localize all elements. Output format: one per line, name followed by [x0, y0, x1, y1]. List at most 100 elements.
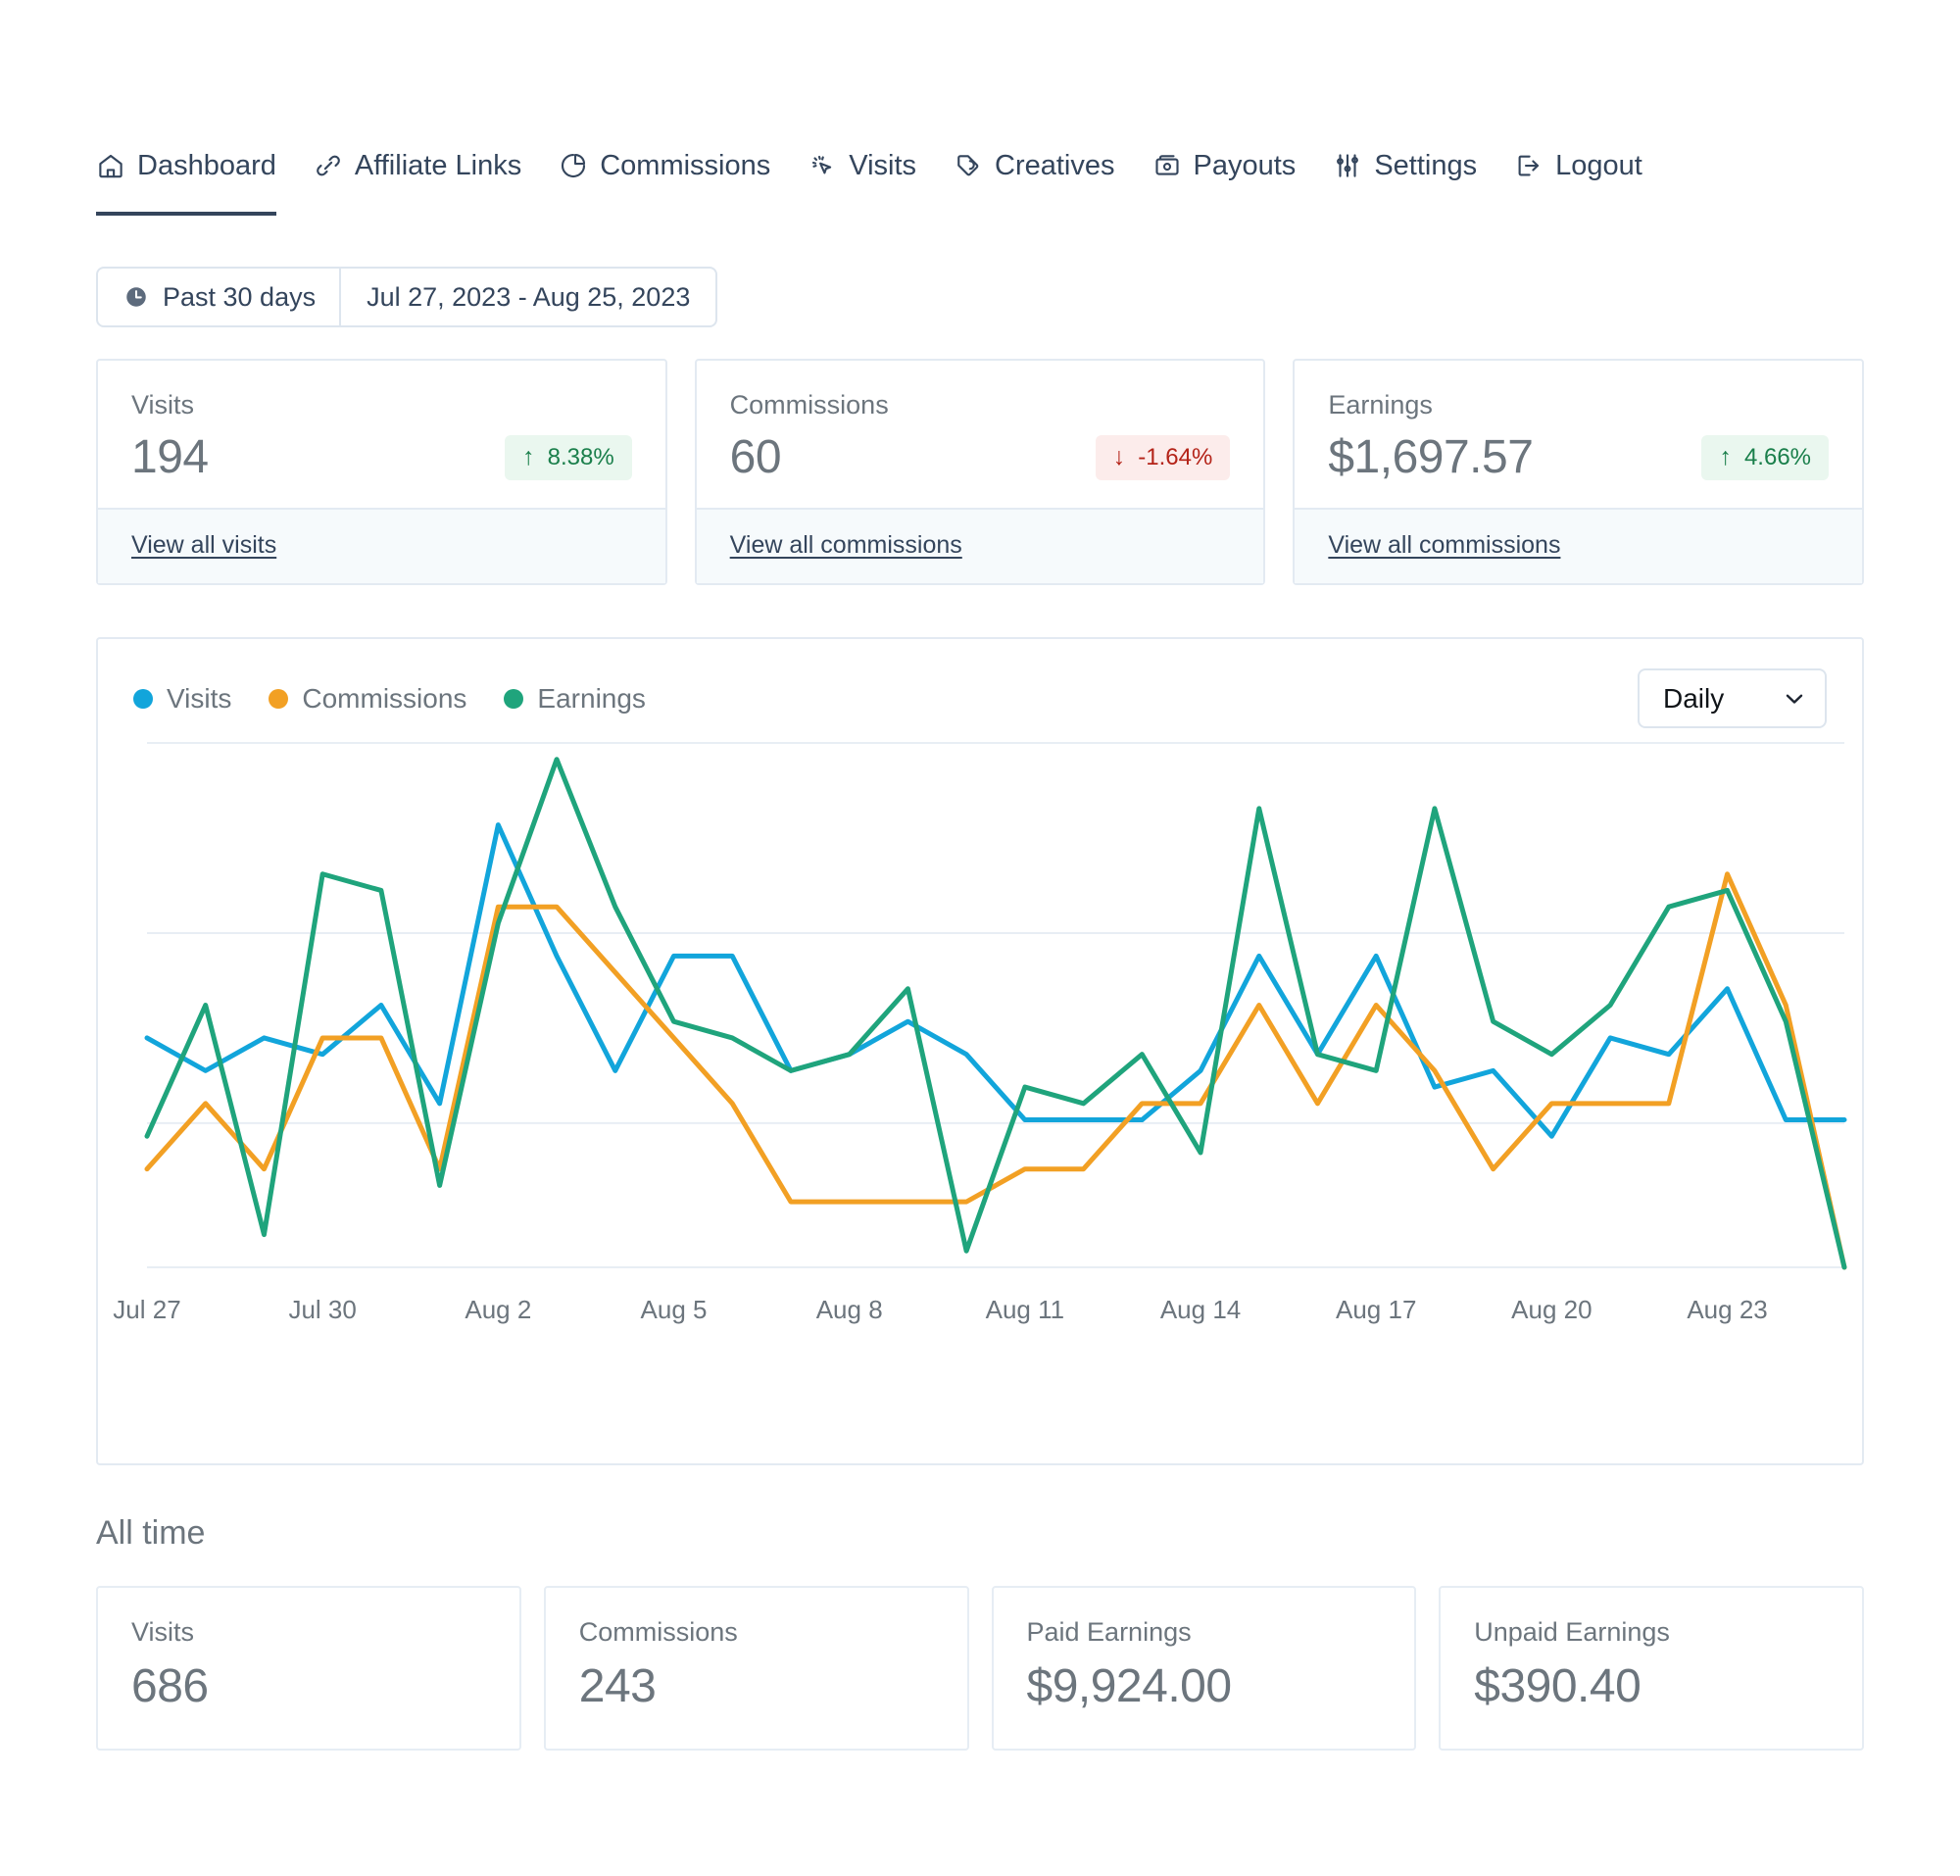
all-time-heading: All time	[96, 1514, 206, 1552]
x-axis-tick-label: Jul 27	[113, 1295, 180, 1324]
logout-icon	[1514, 151, 1544, 180]
legend-item-commissions[interactable]: Commissions	[269, 683, 466, 715]
legend-label: Visits	[167, 682, 232, 714]
legend-dot-commissions	[269, 688, 289, 709]
all-time-cards: Visits 686 Commissions 243 Paid Earnings…	[96, 1586, 1864, 1751]
summary-cards: Visits 194 ↑ 8.38% View all visits Commi…	[96, 359, 1865, 585]
all-time-card-visits: Visits 686	[96, 1586, 521, 1751]
badge-value: -1.64%	[1138, 443, 1213, 470]
pie-chart-icon	[559, 151, 588, 180]
nav-label: Dashboard	[137, 149, 276, 181]
nav-label: Creatives	[995, 149, 1115, 181]
line-chart: Jul 27 Jul 30 Aug 2 Aug 5 Aug 8 Aug 11 Aug 14 A…	[98, 728, 1862, 1414]
summary-card-earnings: Earnings $1,697.57 ↑ 4.66% View all comm…	[1293, 359, 1865, 585]
card-footer: View all commissions	[696, 508, 1264, 583]
view-all-commissions-link[interactable]: View all commissions	[1328, 531, 1560, 559]
period-select[interactable]: DailyWeeklyMonthly	[1638, 668, 1827, 728]
x-axis-tick-label: Aug 17	[1336, 1295, 1416, 1324]
card-value: $1,697.57	[1328, 431, 1534, 483]
date-range-preset-label: Past 30 days	[163, 281, 317, 312]
nav-item-settings[interactable]: Settings	[1333, 137, 1477, 194]
wallet-icon	[1152, 151, 1182, 180]
nav-label: Commissions	[600, 149, 771, 181]
card-label: Earnings	[1328, 390, 1433, 420]
chart-svg: Jul 27 Jul 30 Aug 2 Aug 5 Aug 8 Aug 11 Aug 14 A…	[113, 742, 1847, 1324]
card-value-row: 60 ↓ -1.64%	[730, 430, 1231, 484]
card-body: Earnings $1,697.57 ↑ 4.66%	[1295, 361, 1862, 508]
legend-dot-earnings	[504, 688, 524, 709]
main-navigation: Dashboard Affiliate Links Commissions Vi…	[96, 137, 1642, 216]
sliders-icon	[1333, 151, 1362, 180]
nav-label: Settings	[1374, 149, 1478, 181]
badge-value: 8.38%	[547, 443, 614, 470]
card-value: 243	[578, 1660, 657, 1712]
nav-label: Payouts	[1193, 149, 1297, 181]
date-range-preset-button[interactable]: Past 30 days	[98, 269, 342, 325]
status-badge: ↑ 4.66%	[1701, 434, 1830, 480]
card-value: $9,924.00	[1026, 1660, 1233, 1712]
card-value: 194	[131, 431, 209, 483]
card-label: Unpaid Earnings	[1474, 1617, 1670, 1647]
card-value: 686	[131, 1660, 209, 1712]
chart-header: Visits Commissions Earnings DailyWeeklyM…	[98, 639, 1862, 728]
date-range-text: Jul 27, 2023 - Aug 25, 2023	[367, 281, 691, 312]
view-all-visits-link[interactable]: View all visits	[131, 531, 276, 559]
card-body: Commissions 60 ↓ -1.64%	[697, 361, 1264, 508]
legend-item-earnings[interactable]: Earnings	[504, 683, 646, 715]
legend-dot-visits	[133, 688, 153, 709]
card-footer: View all visits	[98, 508, 665, 583]
arrow-up-icon: ↑	[1719, 443, 1732, 470]
card-label: Visits	[131, 390, 195, 420]
affiliate-dashboard-page: Dashboard Affiliate Links Commissions Vi…	[0, 0, 1960, 1876]
x-axis-tick-label: Aug 5	[641, 1295, 708, 1324]
clock-icon	[123, 284, 149, 310]
card-label: Commissions	[729, 390, 889, 420]
all-time-card-paid-earnings: Paid Earnings $9,924.00	[991, 1586, 1417, 1751]
card-label: Visits	[131, 1617, 195, 1647]
date-range-value[interactable]: Jul 27, 2023 - Aug 25, 2023	[341, 269, 715, 325]
card-value: 60	[729, 431, 782, 483]
all-time-card-unpaid-earnings: Unpaid Earnings $390.40	[1439, 1586, 1864, 1751]
status-badge: ↑ 8.38%	[505, 434, 632, 480]
period-select-wrapper: DailyWeeklyMonthly	[1638, 668, 1827, 728]
arrow-up-icon: ↑	[522, 443, 535, 470]
summary-card-visits: Visits 194 ↑ 8.38% View all visits	[96, 359, 667, 585]
card-label: Paid Earnings	[1026, 1617, 1192, 1647]
all-time-card-commissions: Commissions 243	[543, 1586, 969, 1751]
card-footer: View all commissions	[1295, 508, 1863, 583]
image-tag-icon	[954, 151, 983, 180]
nav-item-visits[interactable]: Visits	[808, 137, 916, 194]
chart-line-earnings	[144, 757, 1847, 1270]
legend-label: Earnings	[537, 682, 646, 714]
card-value-row: 194 ↑ 8.38%	[131, 430, 632, 484]
x-axis-tick-label: Aug 11	[986, 1295, 1064, 1324]
nav-item-dashboard[interactable]: Dashboard	[96, 137, 276, 216]
nav-label: Visits	[849, 149, 917, 181]
legend-label: Commissions	[302, 682, 467, 714]
legend-item-visits[interactable]: Visits	[133, 683, 231, 715]
cursor-click-icon	[808, 151, 837, 180]
card-body: Visits 194 ↑ 8.38%	[98, 361, 665, 508]
nav-item-logout[interactable]: Logout	[1514, 137, 1642, 194]
date-range-selector[interactable]: Past 30 days Jul 27, 2023 - Aug 25, 2023	[96, 267, 718, 327]
nav-item-affiliate-links[interactable]: Affiliate Links	[314, 137, 521, 194]
home-icon	[96, 151, 125, 180]
nav-item-commissions[interactable]: Commissions	[559, 137, 770, 194]
nav-label: Affiliate Links	[354, 149, 522, 181]
badge-value: 4.66%	[1743, 443, 1812, 470]
nav-label: Logout	[1555, 149, 1642, 181]
nav-item-payouts[interactable]: Payouts	[1152, 137, 1297, 194]
summary-card-commissions: Commissions 60 ↓ -1.64% View all commiss…	[694, 359, 1266, 585]
nav-item-creatives[interactable]: Creatives	[954, 137, 1115, 194]
view-all-commissions-link[interactable]: View all commissions	[730, 531, 962, 559]
chart-legend: Visits Commissions Earnings	[133, 683, 646, 715]
link-icon	[314, 151, 343, 180]
card-label: Commissions	[578, 1617, 738, 1647]
x-axis-tick-label: Aug 23	[1687, 1295, 1767, 1324]
x-axis-tick-label: Aug 8	[816, 1295, 883, 1324]
arrow-down-icon: ↓	[1112, 443, 1126, 470]
chart-panel: Visits Commissions Earnings DailyWeeklyM…	[96, 637, 1864, 1465]
status-badge: ↓ -1.64%	[1095, 434, 1231, 480]
card-value-row: $1,697.57 ↑ 4.66%	[1328, 430, 1830, 484]
x-axis-tick-label: Aug 20	[1511, 1295, 1592, 1324]
